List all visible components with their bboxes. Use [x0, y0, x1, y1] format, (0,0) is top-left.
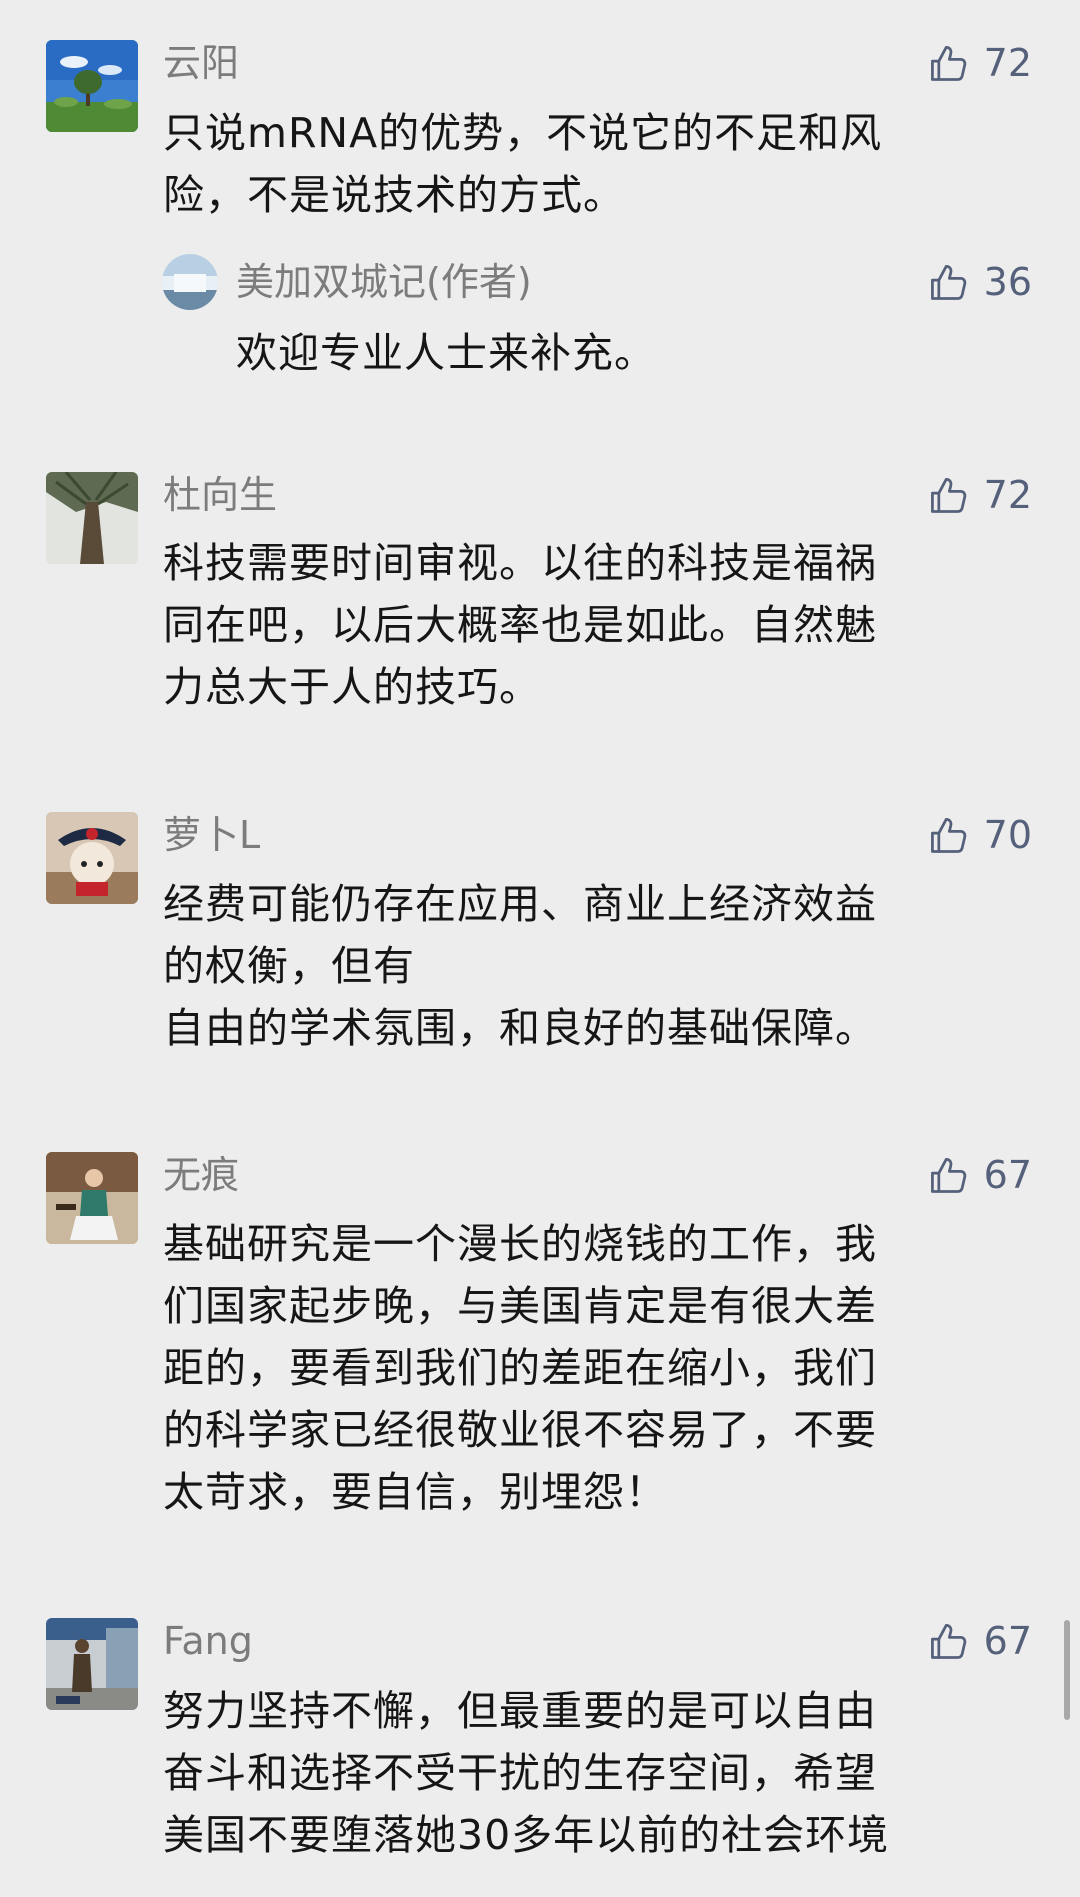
comment-text: 经费可能仍存在应用、商业上经济效益 的权衡，但有 自由的学术氛围，和良好的基础保… — [163, 880, 877, 1052]
like-count: 67 — [983, 1153, 1032, 1197]
statue-photo-avatar — [46, 1618, 138, 1710]
thumbs-up-icon — [930, 818, 966, 853]
thumbs-up-icon — [930, 1624, 966, 1659]
comment-text: 只说mRNA的优势，不说它的不足和风 险，不是说技术的方式。 — [163, 109, 883, 219]
reply-text: 欢迎专业人士来补充。 — [236, 329, 656, 377]
commenter-name[interactable]: 萝卜L — [163, 812, 260, 858]
comment-text: 科技需要时间审视。以往的科技是福祸 同在吧，以后大概率也是如此。自然魅 力总大于… — [163, 539, 877, 711]
tall-tree-avatar — [46, 472, 138, 564]
avatar[interactable] — [46, 812, 138, 904]
reply-avatar[interactable] — [162, 254, 218, 310]
avatar[interactable] — [46, 472, 138, 564]
waterfall-avatar — [162, 254, 218, 310]
comment-text: 基础研究是一个漫长的烧钱的工作，我 们国家起步晚，与美国肯定是有很大差 距的，要… — [163, 1220, 877, 1516]
reply-author-name[interactable]: 美加双城记(作者) — [236, 259, 532, 305]
thumbs-up-icon — [930, 46, 966, 81]
commenter-name[interactable]: 杜向生 — [163, 472, 277, 518]
comment-text: 努力坚持不懈，但最重要的是可以自由 奋斗和选择不受干扰的生存空间，希望 美国不要… — [163, 1687, 890, 1859]
like-button[interactable]: 70 — [926, 812, 1032, 858]
scrollbar[interactable] — [1064, 1620, 1070, 1720]
like-count: 67 — [983, 1619, 1032, 1663]
thumbs-up-icon — [930, 265, 966, 300]
thumbs-up-icon — [930, 1158, 966, 1193]
like-button[interactable]: 67 — [926, 1618, 1032, 1664]
avatar[interactable] — [46, 1618, 138, 1710]
like-button[interactable]: 67 — [926, 1152, 1032, 1198]
commenter-name[interactable]: 无痕 — [163, 1152, 239, 1198]
thumbs-up-icon — [930, 478, 966, 513]
like-button[interactable]: 72 — [926, 40, 1032, 86]
avatar[interactable] — [46, 40, 138, 132]
commenter-name[interactable]: 云阳 — [163, 40, 239, 86]
like-count: 72 — [983, 473, 1032, 517]
like-count: 70 — [983, 813, 1032, 857]
woman-photo-avatar — [46, 1152, 138, 1244]
like-button[interactable]: 72 — [926, 472, 1032, 518]
like-count: 36 — [983, 260, 1032, 304]
sky-tree-avatar — [46, 40, 138, 132]
like-button[interactable]: 36 — [926, 259, 1032, 305]
commenter-name[interactable]: Fang — [163, 1618, 253, 1664]
avatar[interactable] — [46, 1152, 138, 1244]
like-count: 72 — [983, 41, 1032, 85]
cartoon-hat-avatar — [46, 812, 138, 904]
